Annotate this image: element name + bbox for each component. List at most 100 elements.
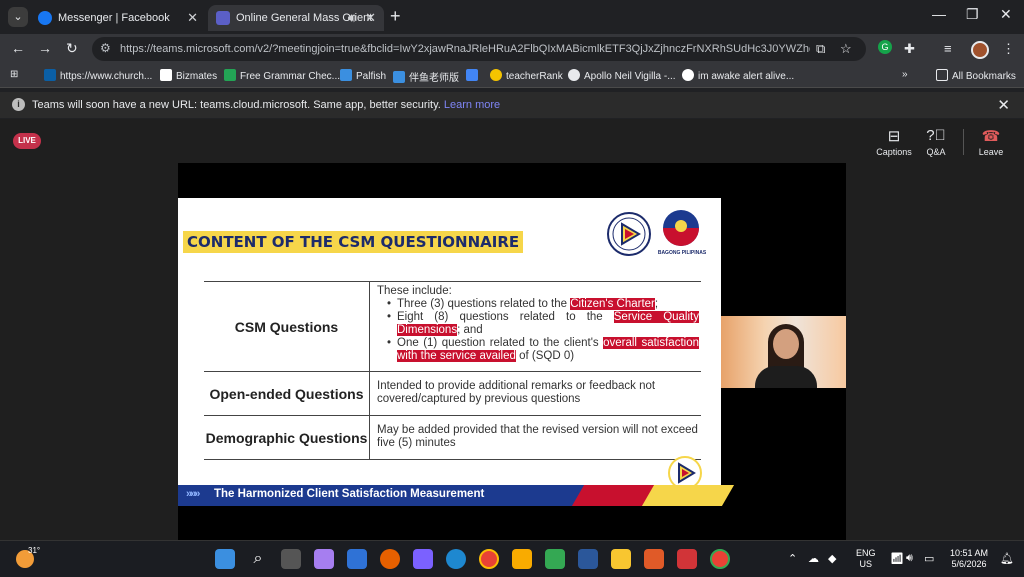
tab-teams-meeting[interactable]: Online General Mass Orient 🔊︎ ✕: [208, 5, 384, 31]
qa-button[interactable]: ?⃝ Q&A: [916, 127, 956, 157]
live-badge: LIVE: [13, 133, 41, 149]
minimize-icon[interactable]: —: [932, 6, 946, 22]
reading-list-icon[interactable]: ≡: [944, 41, 952, 56]
tab-search-button[interactable]: ⌄: [8, 7, 28, 27]
file-explorer-icon[interactable]: [611, 549, 631, 569]
shared-slide: CONTENT OF THE CSM QUESTIONNAIRE BAGONG …: [178, 198, 735, 506]
url-change-notice: i Teams will soon have a new URL: teams.…: [0, 92, 1024, 118]
row-description: Intended to provide additional remarks o…: [377, 380, 656, 405]
row-description: These include: Three (3) questions relat…: [375, 282, 701, 366]
close-window-icon[interactable]: ✕: [1000, 6, 1012, 23]
address-bar[interactable]: ⚙︎ https://teams.microsoft.com/v2/?meeti…: [92, 37, 866, 61]
notification-icon[interactable]: 🔔︎: [1000, 552, 1014, 565]
bookmarks-bar: ⊞ https://www.church... Bizmates Free Gr…: [0, 64, 1024, 88]
back-icon[interactable]: ←: [11, 40, 25, 56]
tab-title: Messenger | Facebook: [58, 12, 170, 24]
teams-app-icon[interactable]: [413, 549, 433, 569]
list-item: One (1) question related to the client's…: [387, 337, 699, 363]
bookmark-star-icon[interactable]: ☆: [840, 41, 852, 57]
apps-icon[interactable]: ⊞: [10, 69, 18, 80]
wifi-icon[interactable]: 📶︎: [890, 552, 904, 565]
url-text[interactable]: https://teams.microsoft.com/v2/?meetingj…: [120, 37, 810, 61]
forward-icon[interactable]: →: [38, 40, 52, 56]
close-tab-icon[interactable]: ✕: [365, 5, 376, 31]
clock[interactable]: 10:51 AM 5/6/2026: [950, 548, 988, 570]
list-item: Eight (8) questions related to the Servi…: [387, 311, 699, 337]
teacherrank-icon: [490, 69, 502, 81]
bookmark-palfish-teacher[interactable]: 伴鱼老师版: [393, 69, 459, 84]
wps-icon[interactable]: [677, 549, 697, 569]
start-icon[interactable]: [215, 549, 235, 569]
bookmark-palfish[interactable]: Palfish: [340, 69, 386, 82]
intro-text: These include:: [377, 285, 452, 297]
bookmark-apollo[interactable]: Apollo Neil Vigilla -...: [568, 69, 676, 82]
profile-avatar[interactable]: [971, 41, 989, 59]
more-bookmarks-icon[interactable]: »: [902, 69, 908, 80]
task-view-icon[interactable]: [281, 549, 301, 569]
firefox-icon[interactable]: [380, 549, 400, 569]
cast-icon[interactable]: ⧉: [816, 41, 825, 57]
copilot-icon[interactable]: [314, 549, 334, 569]
highlight: Citizen's Charter: [570, 298, 655, 310]
language-indicator[interactable]: ENG US: [856, 548, 876, 570]
chevron-up-icon[interactable]: ⌃: [788, 552, 797, 565]
taskbar: 31° ⌕ ⌃ ☁ ◆ ENG US 📶︎ 🔊︎ ▭ 10:51 AM 5/6/…: [0, 540, 1024, 577]
dismiss-notice-icon[interactable]: ✕: [997, 96, 1010, 114]
bookmark-docs[interactable]: [466, 69, 482, 82]
new-tab-button[interactable]: +: [390, 6, 401, 27]
row-category: Open-ended Questions: [204, 372, 370, 415]
app-icon[interactable]: [512, 549, 532, 569]
captions-icon: ⊟: [887, 128, 901, 145]
bookmark-church[interactable]: https://www.church...: [44, 69, 152, 82]
edge-icon[interactable]: [446, 549, 466, 569]
menu-icon[interactable]: ⋮: [1002, 41, 1015, 57]
battery-icon[interactable]: ▭: [924, 552, 934, 565]
word-icon[interactable]: [578, 549, 598, 569]
chrome-icon[interactable]: [710, 549, 730, 569]
search-icon[interactable]: ⌕: [248, 549, 268, 569]
outlook-icon[interactable]: [347, 549, 367, 569]
row-category: CSM Questions: [204, 282, 370, 371]
drive-icon[interactable]: [545, 549, 565, 569]
docs-icon: [466, 69, 478, 81]
app-icon[interactable]: [644, 549, 664, 569]
onedrive-icon[interactable]: ☁: [808, 552, 819, 565]
grammarly-icon[interactable]: G: [878, 40, 892, 54]
all-bookmarks[interactable]: All Bookmarks: [936, 69, 1016, 82]
browser-toolbar: ← → ↻ ⚙︎ https://teams.microsoft.com/v2/…: [0, 34, 1024, 64]
google-icon: [682, 69, 694, 81]
presenter-video[interactable]: [721, 316, 846, 388]
tab-messenger[interactable]: Messenger | Facebook ✕: [30, 5, 206, 31]
app-tray-icon[interactable]: ◆: [828, 552, 836, 565]
weather-temp: 31°: [28, 546, 41, 555]
bookmark-teacherrank[interactable]: teacherRank: [490, 69, 563, 82]
reload-icon[interactable]: ↻: [66, 40, 78, 57]
presenter-body: [755, 366, 817, 388]
volume-icon[interactable]: 🔊︎: [906, 552, 913, 565]
list-item: Three (3) questions related to the Citiz…: [387, 298, 699, 311]
chevrons-icon: »»»: [186, 488, 200, 500]
restore-icon[interactable]: ❐: [966, 6, 979, 23]
presenter-face: [773, 329, 799, 359]
bookmark-grammar[interactable]: Free Grammar Chec...: [224, 69, 340, 82]
qa-icon: ?⃝: [926, 127, 946, 144]
teams-icon: [216, 11, 230, 25]
bookmark-bizmates[interactable]: Bizmates: [160, 69, 217, 82]
bagong-pilipinas-emblem-icon: [663, 210, 699, 246]
arta-seal-icon: [612, 217, 646, 251]
globe-icon: [568, 69, 580, 81]
learn-more-link[interactable]: Learn more: [444, 99, 500, 111]
captions-button[interactable]: ⊟ Captions: [874, 127, 914, 157]
bookmark-alert[interactable]: im awake alert alive...: [682, 69, 794, 82]
speaker-icon[interactable]: 🔊︎: [348, 5, 356, 31]
extensions-icon[interactable]: ✚: [904, 41, 915, 57]
slide-footer: The Harmonized Client Satisfaction Measu…: [214, 488, 485, 500]
bizmates-icon: [160, 69, 172, 81]
chrome-icon[interactable]: [479, 549, 499, 569]
row-description: May be added provided that the revised v…: [377, 424, 698, 449]
site-info-icon[interactable]: ⚙︎: [100, 41, 111, 55]
phone-hangup-icon: ☎: [981, 128, 1001, 145]
leave-button[interactable]: ☎ Leave: [971, 127, 1011, 157]
row-category: Demographic Questions: [204, 416, 370, 459]
close-tab-icon[interactable]: ✕: [187, 5, 198, 31]
